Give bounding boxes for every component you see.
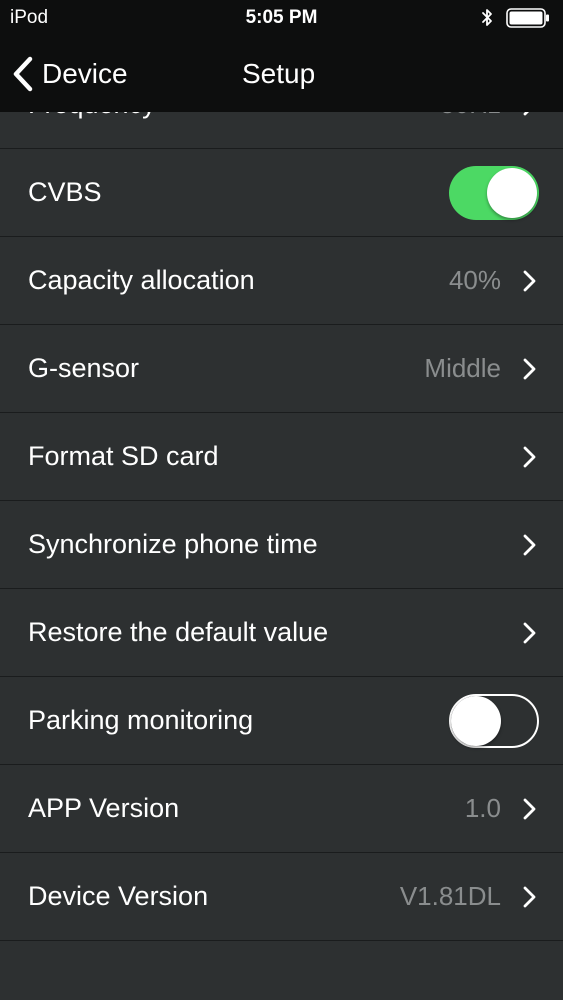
- setting-label: Capacity allocation: [28, 265, 255, 295]
- setting-value: Middle: [424, 353, 501, 383]
- navigation-bar: Device Setup: [0, 36, 563, 112]
- setting-label: CVBS: [28, 177, 102, 207]
- setting-label: Restore the default value: [28, 617, 329, 647]
- setting-value: 40%: [448, 265, 501, 295]
- chevron-right-icon: [523, 358, 537, 380]
- setting-row-restore-default[interactable]: Restore the default value: [0, 589, 563, 677]
- setting-row-device-version[interactable]: Device Version V1.81DL: [0, 853, 563, 941]
- status-bar: iPod 5:05 PM: [0, 0, 563, 36]
- setting-value: 1.0: [464, 793, 501, 823]
- chevron-right-icon: [523, 270, 537, 292]
- settings-list: Frequency 50Hz CVBS Capacity allocation …: [0, 61, 563, 941]
- cvbs-toggle[interactable]: [449, 165, 539, 220]
- setting-label: Format SD card: [28, 441, 219, 471]
- chevron-right-icon: [523, 622, 537, 644]
- chevron-right-icon: [523, 534, 537, 556]
- toggle-knob: [451, 695, 501, 746]
- setting-label: APP Version: [28, 793, 180, 823]
- chevron-right-icon: [523, 886, 537, 908]
- chevron-left-icon: [12, 56, 34, 92]
- setting-label: G-sensor: [28, 353, 140, 383]
- setting-row-synchronize-phone-time[interactable]: Synchronize phone time: [0, 501, 563, 589]
- setting-label: Synchronize phone time: [28, 529, 318, 559]
- setting-row-app-version[interactable]: APP Version 1.0: [0, 765, 563, 853]
- setting-row-parking-monitoring: Parking monitoring: [0, 677, 563, 765]
- chevron-right-icon: [523, 446, 537, 468]
- setting-row-capacity-allocation[interactable]: Capacity allocation 40%: [0, 237, 563, 325]
- status-time: 5:05 PM: [245, 7, 318, 28]
- back-label: Device: [42, 58, 128, 89]
- toggle-knob: [487, 167, 537, 218]
- setting-value: V1.81DL: [399, 881, 501, 911]
- setting-row-format-sd-card[interactable]: Format SD card: [0, 413, 563, 501]
- battery-full-icon: [506, 8, 550, 28]
- setup-screen: Frequency 50Hz CVBS Capacity allocation …: [0, 0, 563, 1000]
- bluetooth-icon: [480, 7, 494, 34]
- parking-monitoring-toggle[interactable]: [449, 693, 539, 748]
- setting-label: Device Version: [28, 881, 209, 911]
- setting-row-cvbs: CVBS: [0, 149, 563, 237]
- header: iPod 5:05 PM Device Setup: [0, 0, 563, 112]
- page-title: Setup: [242, 58, 316, 89]
- setting-row-g-sensor[interactable]: G-sensor Middle: [0, 325, 563, 413]
- setting-label: Parking monitoring: [28, 705, 254, 735]
- chevron-right-icon: [523, 798, 537, 820]
- back-button[interactable]: Device: [12, 54, 128, 94]
